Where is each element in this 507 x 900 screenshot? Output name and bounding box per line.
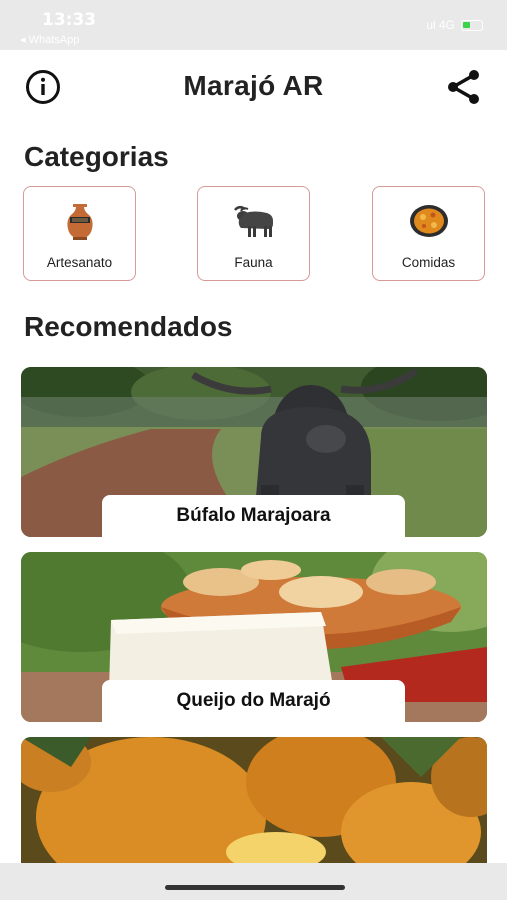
category-label: Artesanato bbox=[46, 255, 113, 270]
category-label: Comidas bbox=[401, 255, 456, 270]
card-label-box: Queijo do Marajó bbox=[102, 680, 405, 722]
categories-list: Artesanato Fauna Comidas bbox=[23, 186, 485, 281]
recommended-title: Recomendados bbox=[24, 311, 233, 342]
battery-icon bbox=[461, 19, 483, 31]
card-label-box: Búfalo Marajoara bbox=[102, 495, 405, 537]
home-indicator[interactable] bbox=[165, 885, 345, 890]
dish-icon bbox=[409, 205, 448, 237]
vase-icon bbox=[66, 204, 93, 240]
category-artesanato[interactable]: Artesanato bbox=[23, 186, 136, 281]
status-indicators: ul 4G bbox=[426, 18, 483, 32]
status-bar: 13:33 ◂ WhatsApp ul 4G bbox=[0, 0, 507, 50]
recommended-card-abacaxi[interactable] bbox=[21, 737, 487, 863]
card-title: Queijo do Marajó bbox=[176, 690, 331, 711]
status-back-link[interactable]: ◂ WhatsApp bbox=[20, 33, 79, 46]
page-title: Marajó AR bbox=[183, 70, 324, 101]
bottom-bar bbox=[0, 863, 507, 900]
pineapple-image bbox=[21, 737, 487, 863]
categories-title: Categorias bbox=[24, 141, 169, 172]
recommended-card-bufalo[interactable]: Búfalo Marajoara bbox=[21, 367, 487, 537]
category-label: Fauna bbox=[234, 255, 273, 270]
app-header: Marajó AR bbox=[0, 50, 507, 124]
buffalo-icon bbox=[233, 206, 273, 237]
share-icon[interactable] bbox=[445, 68, 483, 106]
category-fauna[interactable]: Fauna bbox=[197, 186, 310, 281]
status-time: 13:33 bbox=[42, 10, 97, 30]
recommended-card-queijo[interactable]: Queijo do Marajó bbox=[21, 552, 487, 722]
card-title: Búfalo Marajoara bbox=[176, 505, 331, 526]
signal-indicator: ul 4G bbox=[426, 18, 455, 32]
category-comidas[interactable]: Comidas bbox=[372, 186, 485, 281]
